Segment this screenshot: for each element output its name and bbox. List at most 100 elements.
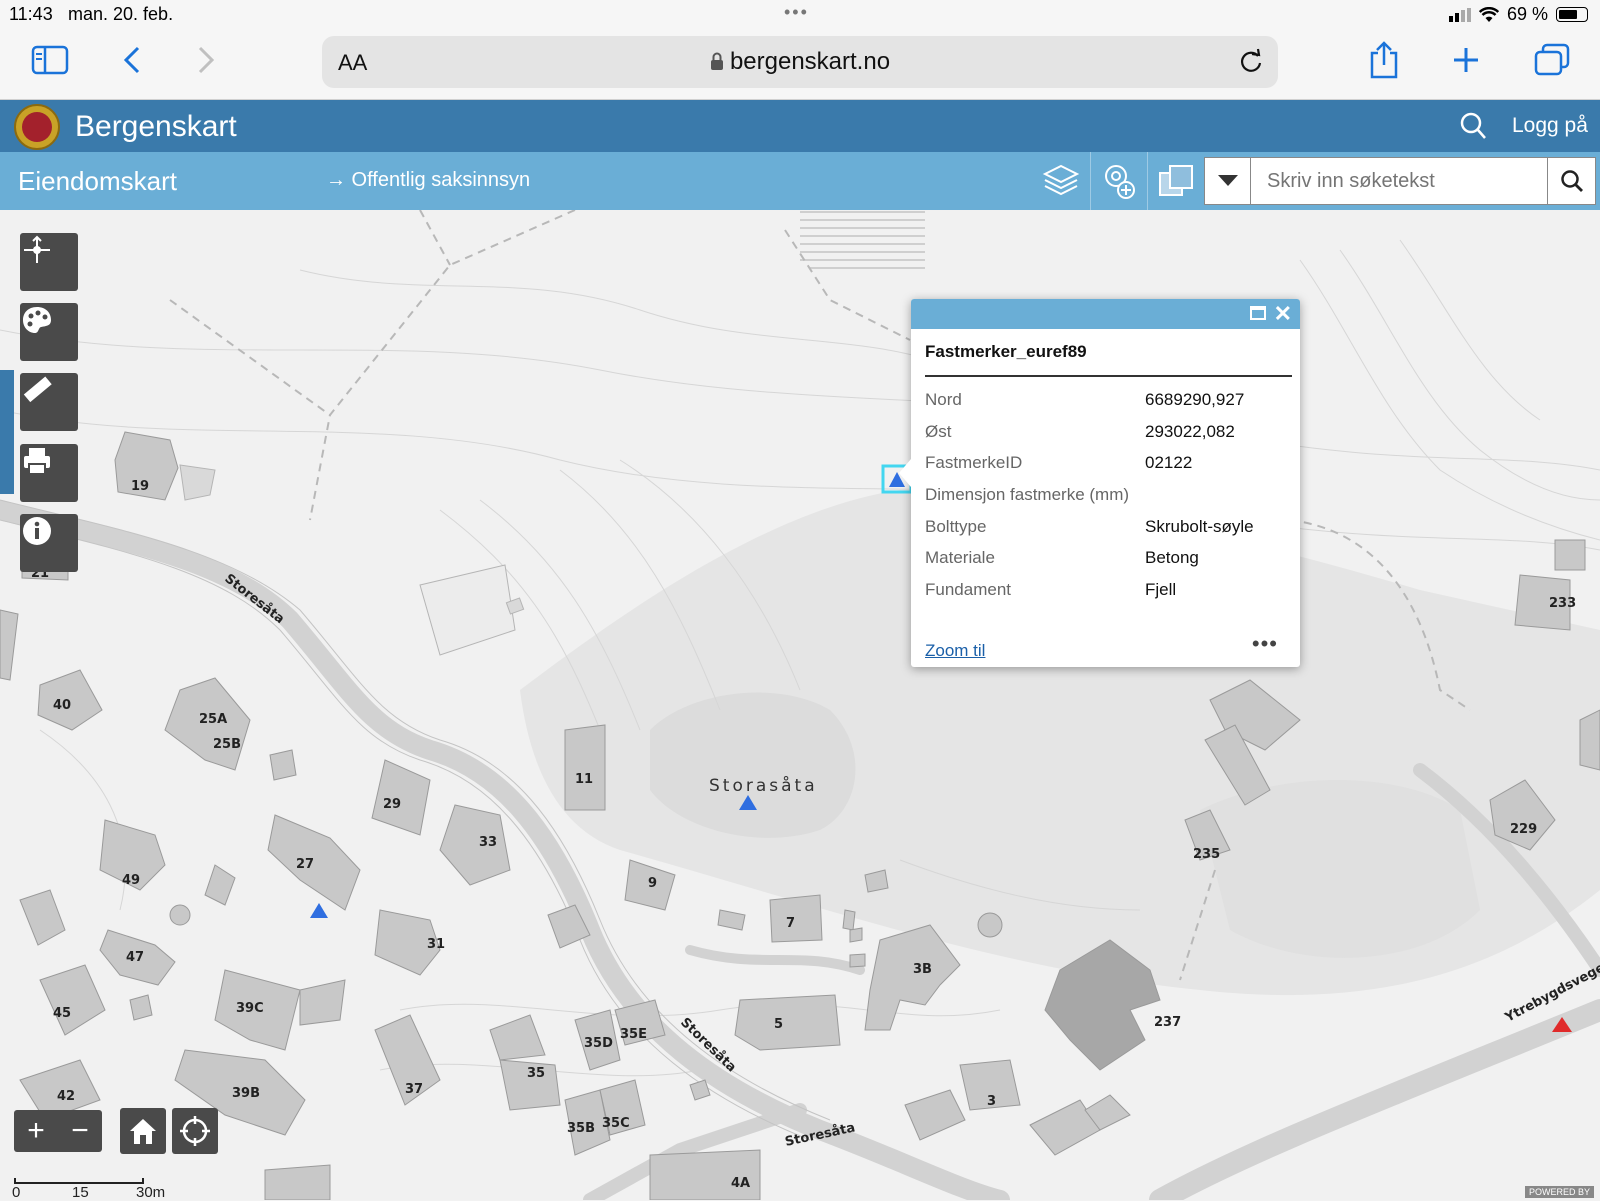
attribute-value: 6689290,927	[1145, 384, 1290, 416]
wifi-icon	[1479, 7, 1499, 23]
zoom-to-link[interactable]: Zoom til	[925, 641, 985, 661]
place-name: Storasåta	[709, 775, 818, 796]
powered-by-badge: POWERED BY	[1525, 1186, 1594, 1198]
zoom-in-button[interactable]: +	[14, 1114, 58, 1148]
more-options-icon[interactable]: •••	[1252, 631, 1278, 657]
info-icon	[20, 514, 54, 548]
measure-tool[interactable]	[20, 373, 78, 431]
zoom-out-button[interactable]: −	[58, 1114, 102, 1148]
house-label: 39C	[236, 1001, 264, 1016]
info-tool[interactable]	[20, 514, 78, 572]
home-icon	[128, 1116, 158, 1146]
attribute-key: Nord	[925, 384, 1145, 416]
header-search-icon[interactable]	[1460, 112, 1486, 145]
reload-icon[interactable]	[1238, 48, 1264, 79]
attribute-row: Nord6689290,927	[925, 384, 1290, 416]
status-indicators: 69 %	[1449, 4, 1588, 25]
search-group	[1204, 157, 1596, 205]
side-panel-tab[interactable]	[0, 370, 14, 494]
fastmerke-marker[interactable]	[310, 903, 328, 918]
house-label: 5	[774, 1017, 783, 1032]
attribute-row: FundamentFjell	[925, 574, 1290, 606]
ios-status-bar: 11:43 man. 20. feb. ••• 69 %	[0, 0, 1600, 28]
back-icon[interactable]	[110, 40, 154, 80]
house-label: 40	[53, 698, 71, 713]
move-arrows-icon	[20, 233, 54, 267]
house-label: 39B	[232, 1086, 260, 1101]
status-date: man. 20. feb.	[68, 4, 173, 25]
map-title: Eiendomskart	[18, 166, 177, 197]
house-label: 9	[648, 876, 657, 891]
attribute-key: Materiale	[925, 542, 1145, 574]
new-tab-icon[interactable]	[1444, 40, 1488, 80]
home-button[interactable]	[120, 1108, 166, 1154]
printer-icon	[20, 444, 54, 478]
palette-icon	[20, 303, 54, 337]
url-text: bergenskart.no	[730, 48, 890, 75]
search-input[interactable]	[1251, 158, 1547, 204]
house-label: 27	[296, 857, 314, 872]
scale-label: 30m	[136, 1184, 165, 1201]
house-label: 33	[479, 835, 497, 850]
attribute-key: FastmerkeID	[925, 447, 1145, 479]
app-header: Bergenskart Logg på	[0, 100, 1600, 152]
url-display[interactable]: bergenskart.no	[322, 48, 1278, 76]
address-bar[interactable]: AA bergenskart.no	[322, 36, 1278, 88]
attribute-row: MaterialeBetong	[925, 542, 1290, 574]
status-time: 11:43	[9, 4, 53, 25]
house-label: 3	[987, 1094, 996, 1109]
battery-percent: 69 %	[1507, 4, 1548, 25]
close-icon[interactable]: ✕	[1274, 301, 1292, 327]
attribute-row: FastmerkeID02122	[925, 447, 1290, 479]
house-label: 47	[126, 950, 144, 965]
app-title[interactable]: Bergenskart	[75, 110, 237, 144]
chevron-down-icon	[1218, 175, 1238, 187]
house-label: 35	[527, 1066, 545, 1081]
attribute-key: Bolttype	[925, 511, 1145, 543]
house-label: 4A	[731, 1176, 750, 1191]
house-label: 19	[131, 479, 149, 494]
forward-icon[interactable]	[184, 40, 228, 80]
house-label: 35D	[584, 1036, 613, 1051]
attribute-value: Skrubolt-søyle	[1145, 511, 1290, 543]
search-button[interactable]	[1547, 158, 1595, 204]
share-icon[interactable]	[1362, 40, 1406, 80]
attribute-key: Øst	[925, 416, 1145, 448]
popup-divider	[925, 375, 1292, 377]
attribute-value: 293022,082	[1145, 416, 1290, 448]
house-label: 235	[1193, 847, 1220, 862]
cellular-signal-icon	[1449, 8, 1471, 22]
scale-label: 15	[72, 1184, 89, 1201]
layers-icon[interactable]	[1033, 152, 1089, 210]
tabs-overview-icon[interactable]	[1530, 40, 1574, 80]
search-icon	[1560, 169, 1584, 193]
navigate-tool[interactable]	[20, 233, 78, 291]
print-tool[interactable]	[20, 444, 78, 502]
attribute-value: Betong	[1145, 542, 1290, 574]
scale-bar: 0 15 30m	[14, 1178, 174, 1200]
login-link[interactable]: Logg på	[1512, 114, 1588, 138]
add-map-data-icon[interactable]	[1090, 152, 1146, 210]
attribute-row: Øst293022,082	[925, 416, 1290, 448]
style-tool[interactable]	[20, 303, 78, 361]
search-source-dropdown[interactable]	[1205, 158, 1251, 204]
attribute-table: Nord6689290,927 Øst293022,082 FastmerkeI…	[925, 384, 1290, 606]
bergen-logo[interactable]	[14, 104, 60, 150]
sidebar-toggle-icon[interactable]	[28, 40, 72, 80]
map-canvas[interactable]: 19 21 40 25A 25B 29 27 33 11 49 9 7 31 4…	[0, 210, 1600, 1200]
house-label: 3B	[913, 962, 932, 977]
house-label: 7	[786, 916, 795, 931]
zoom-control: + −	[14, 1110, 102, 1152]
house-label: 31	[427, 937, 445, 952]
popup-header: ✕	[911, 299, 1300, 329]
house-label: 229	[1510, 822, 1537, 837]
offentlig-saksinnsyn-link[interactable]: → Offentlig saksinnsyn	[326, 169, 530, 192]
feature-popup: ✕ Fastmerker_euref89 Nord6689290,927 Øst…	[911, 299, 1300, 667]
basemap-icon[interactable]	[1147, 152, 1203, 210]
battery-icon	[1556, 7, 1588, 22]
multitask-dots-icon[interactable]: •••	[784, 2, 809, 23]
locate-button[interactable]	[172, 1108, 218, 1154]
map-view[interactable]: 19 21 40 25A 25B 29 27 33 11 49 9 7 31 4…	[0, 210, 1600, 1200]
maximize-icon[interactable]	[1250, 306, 1266, 320]
attribute-value: Fjell	[1145, 574, 1290, 606]
